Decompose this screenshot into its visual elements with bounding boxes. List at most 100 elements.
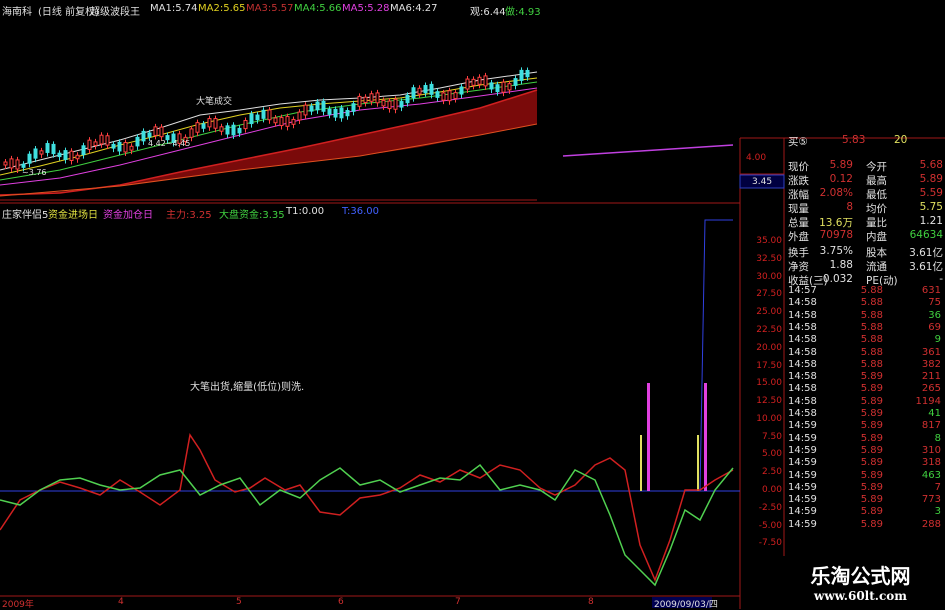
quote-key: 最高: [866, 175, 887, 187]
tick-volume: 3: [934, 506, 941, 518]
candle: [453, 92, 458, 99]
candle: [405, 94, 410, 104]
y-axis-label: 15.00: [756, 378, 782, 389]
candle: [45, 143, 50, 153]
main-force-line: [0, 433, 734, 583]
candle: [513, 78, 518, 86]
y-axis-label: 2.50: [761, 467, 782, 478]
tick-price: 5.89: [860, 432, 883, 444]
quote-value: 3.61亿: [909, 247, 943, 259]
ma-legend-5: MA5:5.28: [342, 3, 390, 14]
candle: [63, 150, 68, 160]
tick-price: 5.89: [860, 494, 883, 506]
candle: [33, 148, 38, 159]
candle: [363, 96, 368, 104]
candle: [489, 82, 494, 90]
candle: [153, 126, 158, 136]
quote-key: 涨幅: [788, 189, 809, 201]
quote-key: 换手: [788, 247, 809, 259]
x-axis-label: 5: [236, 597, 242, 607]
tick-time: 14:59: [788, 518, 817, 530]
candle: [357, 95, 362, 107]
indicator-legend-3: 主力:3.25: [166, 210, 212, 221]
y-axis-label: -5.00: [758, 520, 782, 531]
tick-row: 14:58 5.89 41: [784, 408, 945, 421]
indicator-legend-2: 资金加仓日: [103, 210, 153, 221]
tick-time: 14:59: [788, 457, 817, 469]
ma-legend-6: MA6:4.27: [390, 3, 438, 14]
candle: [117, 141, 122, 152]
quote-key: 内盘: [866, 231, 887, 243]
tick-time: 14:58: [788, 346, 817, 358]
tick-price: 5.88: [860, 321, 883, 333]
price-axis-label: 4.00: [746, 153, 767, 163]
quote-row: 涨跌 0.12 最高 5.89: [784, 173, 945, 187]
tick-time: 14:59: [788, 420, 817, 432]
quote-value: 3.61亿: [909, 261, 943, 273]
quote-key: 今开: [866, 161, 887, 173]
indicator-legend-1: 资金进场日: [48, 210, 98, 221]
candle: [477, 76, 482, 85]
quote-value: 5.89: [919, 173, 943, 185]
tick-row: 14:58 5.88 9: [784, 334, 945, 347]
quote-value: 0.12: [829, 173, 853, 185]
candle: [345, 109, 350, 117]
candle: [285, 116, 290, 127]
tick-volume: 463: [921, 469, 941, 481]
candle: [327, 108, 332, 115]
candle: [123, 142, 128, 153]
formula-name[interactable]: 超级波段王: [90, 3, 140, 18]
ma-legend-3: MA3:5.57: [246, 3, 294, 14]
quote-value: 5.75: [919, 201, 943, 213]
cursor-value: 3.45: [752, 177, 773, 187]
quote-value: 5.68: [919, 159, 943, 171]
tick-row: 14:58 5.88 382: [784, 359, 945, 372]
quote-row: 换手 3.75% 股本 3.61亿: [784, 245, 945, 259]
quote-key: 均价: [866, 203, 887, 215]
indicator-legend-5: T1:0.00: [286, 206, 325, 217]
tick-volume: 36: [928, 309, 941, 321]
candle: [3, 161, 8, 166]
candle: [459, 86, 464, 95]
candle: [51, 143, 56, 155]
candle: [75, 154, 80, 160]
tick-price: 5.89: [860, 469, 883, 481]
candle: [69, 150, 74, 161]
x-axis-label: 6: [338, 597, 344, 607]
y-axis-label: 30.00: [756, 271, 782, 282]
quote-value: -0.032: [819, 273, 853, 285]
x-axis-label: 7: [455, 597, 461, 607]
candle: [39, 150, 44, 155]
tick-volume: 382: [921, 358, 941, 370]
quote-value: 64634: [909, 229, 943, 241]
candle: [333, 108, 338, 118]
indicator-name[interactable]: 庄家伴侣5: [2, 206, 48, 221]
candle: [21, 163, 26, 168]
candle: [237, 127, 242, 134]
tick-time: 14:58: [788, 334, 817, 346]
candle: [447, 90, 452, 102]
extra-legend-1: 观:6.44: [470, 7, 506, 18]
candle: [411, 87, 416, 99]
fund-entry-bar: [697, 435, 699, 491]
candle: [435, 91, 440, 98]
x-axis-label: 4: [118, 597, 124, 607]
quote-value: -: [939, 273, 943, 285]
ma-legend-1: MA1:5.74: [150, 3, 198, 14]
candle: [315, 101, 320, 111]
quote-key: 股本: [866, 247, 887, 259]
candle: [501, 81, 506, 93]
candle: [267, 109, 272, 121]
candle: [525, 69, 530, 78]
tick-time: 14:58: [788, 395, 817, 407]
tick-price: 5.89: [860, 383, 883, 395]
tick-row: 14:58 5.88 75: [784, 297, 945, 310]
tick-volume: 265: [921, 383, 941, 395]
y-axis-label: 0.00: [761, 485, 782, 495]
tick-price: 5.88: [860, 285, 883, 296]
quote-key: 外盘: [788, 231, 809, 243]
candle: [135, 136, 140, 147]
candle: [441, 92, 446, 101]
quote-value: 5.59: [919, 187, 943, 199]
fund-entry-bar: [640, 435, 642, 491]
